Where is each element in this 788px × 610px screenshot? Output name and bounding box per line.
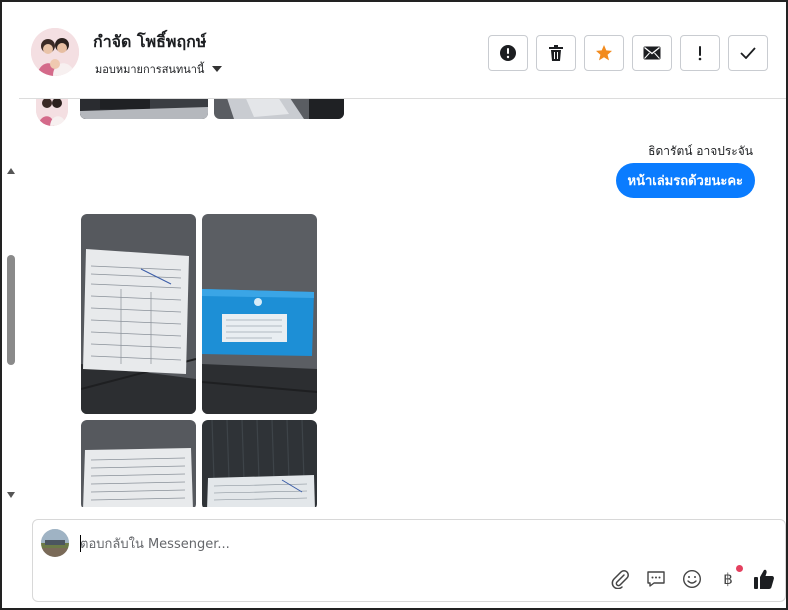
envelope-icon [643,46,661,60]
thumbs-up-icon [754,569,774,589]
scroll-thumb[interactable] [7,255,15,365]
header-actions [488,35,768,71]
reply-input[interactable] [80,534,600,554]
photo-document-4[interactable] [202,420,317,507]
mark-unread-button[interactable] [632,35,672,71]
attach-file-button[interactable] [609,568,631,590]
emoji-button[interactable] [681,568,703,590]
message-thread: ธิดารัตน์ อาจประจัน หน้าเล่มรถด้วยนะคะ [19,99,786,507]
delete-button[interactable] [536,35,576,71]
payment-button[interactable]: ฿ [717,565,743,590]
assign-label: มอบหมายการสนทนานี้ [95,63,205,76]
check-icon [740,47,756,59]
exclamation-icon [698,46,702,61]
text-cursor [80,535,81,552]
trash-icon [549,45,563,61]
photo-document-3[interactable] [81,420,196,507]
previous-photo-2[interactable] [214,99,344,119]
contact-name[interactable]: กำจัด โพธิ์พฤกษ์ [93,30,206,55]
saved-replies-button[interactable] [645,568,667,590]
outgoing-sender-name: ธิดารัตน์ อาจประจัน [648,144,753,158]
follow-up-button[interactable] [680,35,720,71]
caret-down-icon [212,66,223,72]
baht-icon: ฿ [723,570,733,588]
contact-avatar-small [36,99,68,126]
reply-composer: ฿ [32,519,786,602]
report-spam-button[interactable] [488,35,528,71]
notification-dot [736,565,743,572]
contact-avatar[interactable] [31,28,79,76]
mark-done-button[interactable] [728,35,768,71]
assign-conversation-dropdown[interactable]: มอบหมายการสนทนานี้ [95,60,223,78]
messenger-window: กำจัด โพธิ์พฤกษ์ มอบหมายการสนทนานี้ ธิดา… [0,0,788,610]
star-button[interactable] [584,35,624,71]
conversation-scrollbar[interactable] [4,162,18,512]
scroll-down-arrow-icon[interactable] [7,492,15,498]
composer-tools: ฿ [609,565,775,590]
smiley-icon [682,569,702,589]
paperclip-icon [611,570,629,589]
scroll-up-arrow-icon[interactable] [7,168,15,174]
exclamation-circle-icon [500,45,516,61]
photo-document-2[interactable] [202,214,317,414]
conversation-header: กำจัด โพธิ์พฤกษ์ มอบหมายการสนทนานี้ [19,4,786,99]
star-icon [596,45,612,61]
page-avatar [41,529,69,557]
photo-document-1[interactable] [81,214,196,414]
outgoing-message-bubble[interactable]: หน้าเล่มรถด้วยนะคะ [615,163,755,198]
like-button[interactable] [753,568,775,590]
chat-bubble-icon [647,571,665,587]
previous-photo-1[interactable] [80,99,208,119]
